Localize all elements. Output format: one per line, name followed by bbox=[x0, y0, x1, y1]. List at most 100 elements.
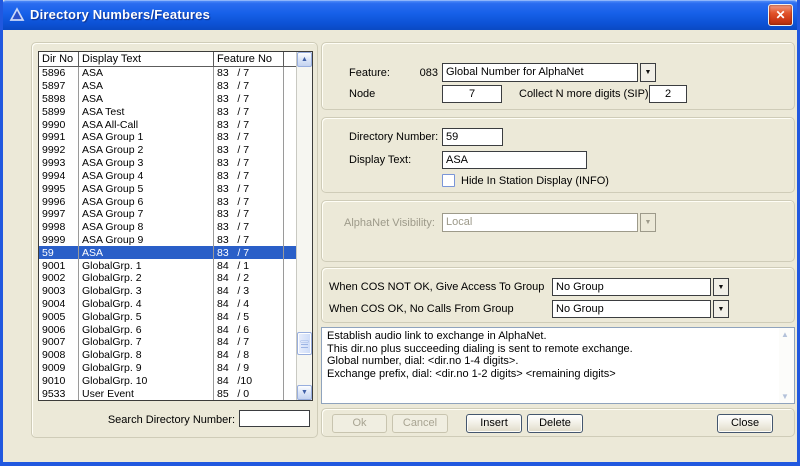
cell-display-text: GlobalGrp. 8 bbox=[79, 349, 214, 362]
directory-list[interactable]: Dir No Display Text Feature No 5896ASA83… bbox=[38, 51, 313, 401]
description-line: Establish audio link to exchange in Alph… bbox=[327, 330, 774, 343]
list-row[interactable]: 9533User Event85 / 0 bbox=[39, 387, 296, 400]
cell-feature-no: 84 / 2 bbox=[214, 272, 284, 285]
node-input[interactable] bbox=[442, 85, 502, 103]
alphanet-visibility-combobox: Local ▼ bbox=[442, 213, 656, 232]
list-header: Dir No Display Text Feature No bbox=[39, 52, 296, 67]
list-row[interactable]: 9996ASA Group 683 / 7 bbox=[39, 195, 296, 208]
cos-ok-combobox[interactable]: No Group ▼ bbox=[552, 300, 729, 318]
cell-display-text: ASA bbox=[79, 80, 214, 93]
cell-feature-no: 83 / 7 bbox=[214, 246, 284, 259]
column-header-display-text[interactable]: Display Text bbox=[79, 52, 214, 66]
button-row-panel: Ok Cancel Insert Delete Close bbox=[321, 408, 795, 437]
cell-feature-no: 84 / 6 bbox=[214, 323, 284, 336]
column-header-dir-no[interactable]: Dir No bbox=[39, 52, 79, 66]
directory-number-input[interactable] bbox=[442, 128, 503, 146]
description-scroll-down-icon: ▼ bbox=[781, 392, 789, 401]
collect-digits-label: Collect N more digits (SIP): bbox=[519, 88, 652, 100]
list-row[interactable]: 9008GlobalGrp. 884 / 8 bbox=[39, 349, 296, 362]
cell-display-text: GlobalGrp. 4 bbox=[79, 298, 214, 311]
column-header-empty bbox=[284, 52, 296, 66]
cell-dir-no: 9992 bbox=[39, 144, 79, 157]
cell-dir-no: 9998 bbox=[39, 221, 79, 234]
cell-feature-no: 83 / 7 bbox=[214, 195, 284, 208]
list-scrollbar[interactable]: ▲ ▼ bbox=[296, 52, 312, 400]
cell-display-text: ASA bbox=[79, 246, 214, 259]
list-row[interactable]: 5896ASA83 / 7 bbox=[39, 67, 296, 80]
list-row[interactable]: 9992ASA Group 283 / 7 bbox=[39, 144, 296, 157]
close-button[interactable]: Close bbox=[717, 414, 773, 433]
display-text-label: Display Text: bbox=[349, 154, 411, 166]
hide-in-station-label: Hide In Station Display (INFO) bbox=[461, 175, 609, 187]
cell-display-text: ASA Group 5 bbox=[79, 182, 214, 195]
scroll-up-icon[interactable]: ▲ bbox=[297, 52, 312, 67]
list-row[interactable]: 5898ASA83 / 7 bbox=[39, 93, 296, 106]
cell-feature-no: 84 / 1 bbox=[214, 259, 284, 272]
window-title: Directory Numbers/Features bbox=[30, 7, 210, 22]
list-row[interactable]: 9990ASA All-Call83 / 7 bbox=[39, 118, 296, 131]
description-lines: Establish audio link to exchange in Alph… bbox=[322, 328, 779, 403]
cell-display-text: ASA bbox=[79, 67, 214, 80]
list-row[interactable]: 9010GlobalGrp. 1084 /10 bbox=[39, 375, 296, 388]
collect-digits-input[interactable] bbox=[649, 85, 687, 103]
scroll-down-icon[interactable]: ▼ bbox=[297, 385, 312, 400]
list-row[interactable]: 9005GlobalGrp. 584 / 5 bbox=[39, 310, 296, 323]
list-row[interactable]: 9994ASA Group 483 / 7 bbox=[39, 170, 296, 183]
cell-display-text: GlobalGrp. 1 bbox=[79, 259, 214, 272]
hide-in-station-checkbox[interactable] bbox=[442, 174, 455, 187]
close-window-button[interactable]: ✕ bbox=[768, 4, 793, 26]
search-directory-label: Search Directory Number: bbox=[63, 414, 235, 426]
list-row[interactable]: 9993ASA Group 383 / 7 bbox=[39, 157, 296, 170]
list-row[interactable]: 9995ASA Group 583 / 7 bbox=[39, 182, 296, 195]
list-row[interactable]: 9999ASA Group 983 / 7 bbox=[39, 234, 296, 247]
search-directory-input[interactable] bbox=[239, 410, 310, 427]
list-row[interactable]: 9998ASA Group 883 / 7 bbox=[39, 221, 296, 234]
title-bar: Directory Numbers/Features ✕ bbox=[0, 0, 800, 30]
cos-ok-dropdown-icon[interactable]: ▼ bbox=[713, 300, 729, 318]
cell-feature-no: 84 / 7 bbox=[214, 336, 284, 349]
feature-combobox[interactable]: Global Number for AlphaNet ▼ bbox=[442, 63, 656, 82]
cell-dir-no: 9997 bbox=[39, 208, 79, 221]
list-row[interactable]: 9003GlobalGrp. 384 / 3 bbox=[39, 285, 296, 298]
cell-feature-no: 83 / 7 bbox=[214, 208, 284, 221]
list-row[interactable]: 9009GlobalGrp. 984 / 9 bbox=[39, 362, 296, 375]
description-scroll-up-icon: ▲ bbox=[781, 330, 789, 339]
cell-display-text: GlobalGrp. 7 bbox=[79, 336, 214, 349]
cell-dir-no: 9533 bbox=[39, 387, 79, 400]
list-row[interactable]: 9002GlobalGrp. 284 / 2 bbox=[39, 272, 296, 285]
column-header-feature-no[interactable]: Feature No bbox=[214, 52, 284, 66]
list-row[interactable]: 9001GlobalGrp. 184 / 1 bbox=[39, 259, 296, 272]
cell-feature-no: 84 / 3 bbox=[214, 285, 284, 298]
feature-description-box: Establish audio link to exchange in Alph… bbox=[321, 327, 795, 404]
cell-feature-no: 83 / 7 bbox=[214, 144, 284, 157]
insert-button[interactable]: Insert bbox=[466, 414, 522, 433]
list-row[interactable]: 5897ASA83 / 7 bbox=[39, 80, 296, 93]
list-row[interactable]: 9007GlobalGrp. 784 / 7 bbox=[39, 336, 296, 349]
list-row[interactable]: 5899ASA Test83 / 7 bbox=[39, 105, 296, 118]
cos-not-ok-combobox[interactable]: No Group ▼ bbox=[552, 278, 729, 296]
feature-dropdown-icon[interactable]: ▼ bbox=[640, 63, 656, 82]
cos-not-ok-dropdown-icon[interactable]: ▼ bbox=[713, 278, 729, 296]
list-row[interactable]: 9004GlobalGrp. 484 / 4 bbox=[39, 298, 296, 311]
list-row[interactable]: 59ASA83 / 7 bbox=[39, 246, 296, 259]
scrollbar-thumb[interactable] bbox=[297, 332, 312, 355]
app-triangle-icon bbox=[9, 7, 25, 23]
list-row[interactable]: 9006GlobalGrp. 684 / 6 bbox=[39, 323, 296, 336]
cell-dir-no: 9009 bbox=[39, 362, 79, 375]
feature-code: 083 bbox=[402, 67, 438, 79]
cell-dir-no: 9990 bbox=[39, 118, 79, 131]
cell-dir-no: 59 bbox=[39, 246, 79, 259]
cell-feature-no: 83 / 7 bbox=[214, 170, 284, 183]
cell-feature-no: 84 / 5 bbox=[214, 310, 284, 323]
display-text-input[interactable] bbox=[442, 151, 587, 169]
cell-dir-no: 5898 bbox=[39, 93, 79, 106]
cell-dir-no: 9003 bbox=[39, 285, 79, 298]
list-row[interactable]: 9997ASA Group 783 / 7 bbox=[39, 208, 296, 221]
list-row[interactable]: 9991ASA Group 183 / 7 bbox=[39, 131, 296, 144]
cell-dir-no: 9995 bbox=[39, 182, 79, 195]
description-line: This dir.no plus succeeding dialing is s… bbox=[327, 343, 774, 356]
cell-display-text: ASA bbox=[79, 93, 214, 106]
cell-display-text: ASA Group 9 bbox=[79, 234, 214, 247]
description-line: Exchange prefix, dial: <dir.no 1-2 digit… bbox=[327, 368, 774, 381]
delete-button[interactable]: Delete bbox=[527, 414, 583, 433]
